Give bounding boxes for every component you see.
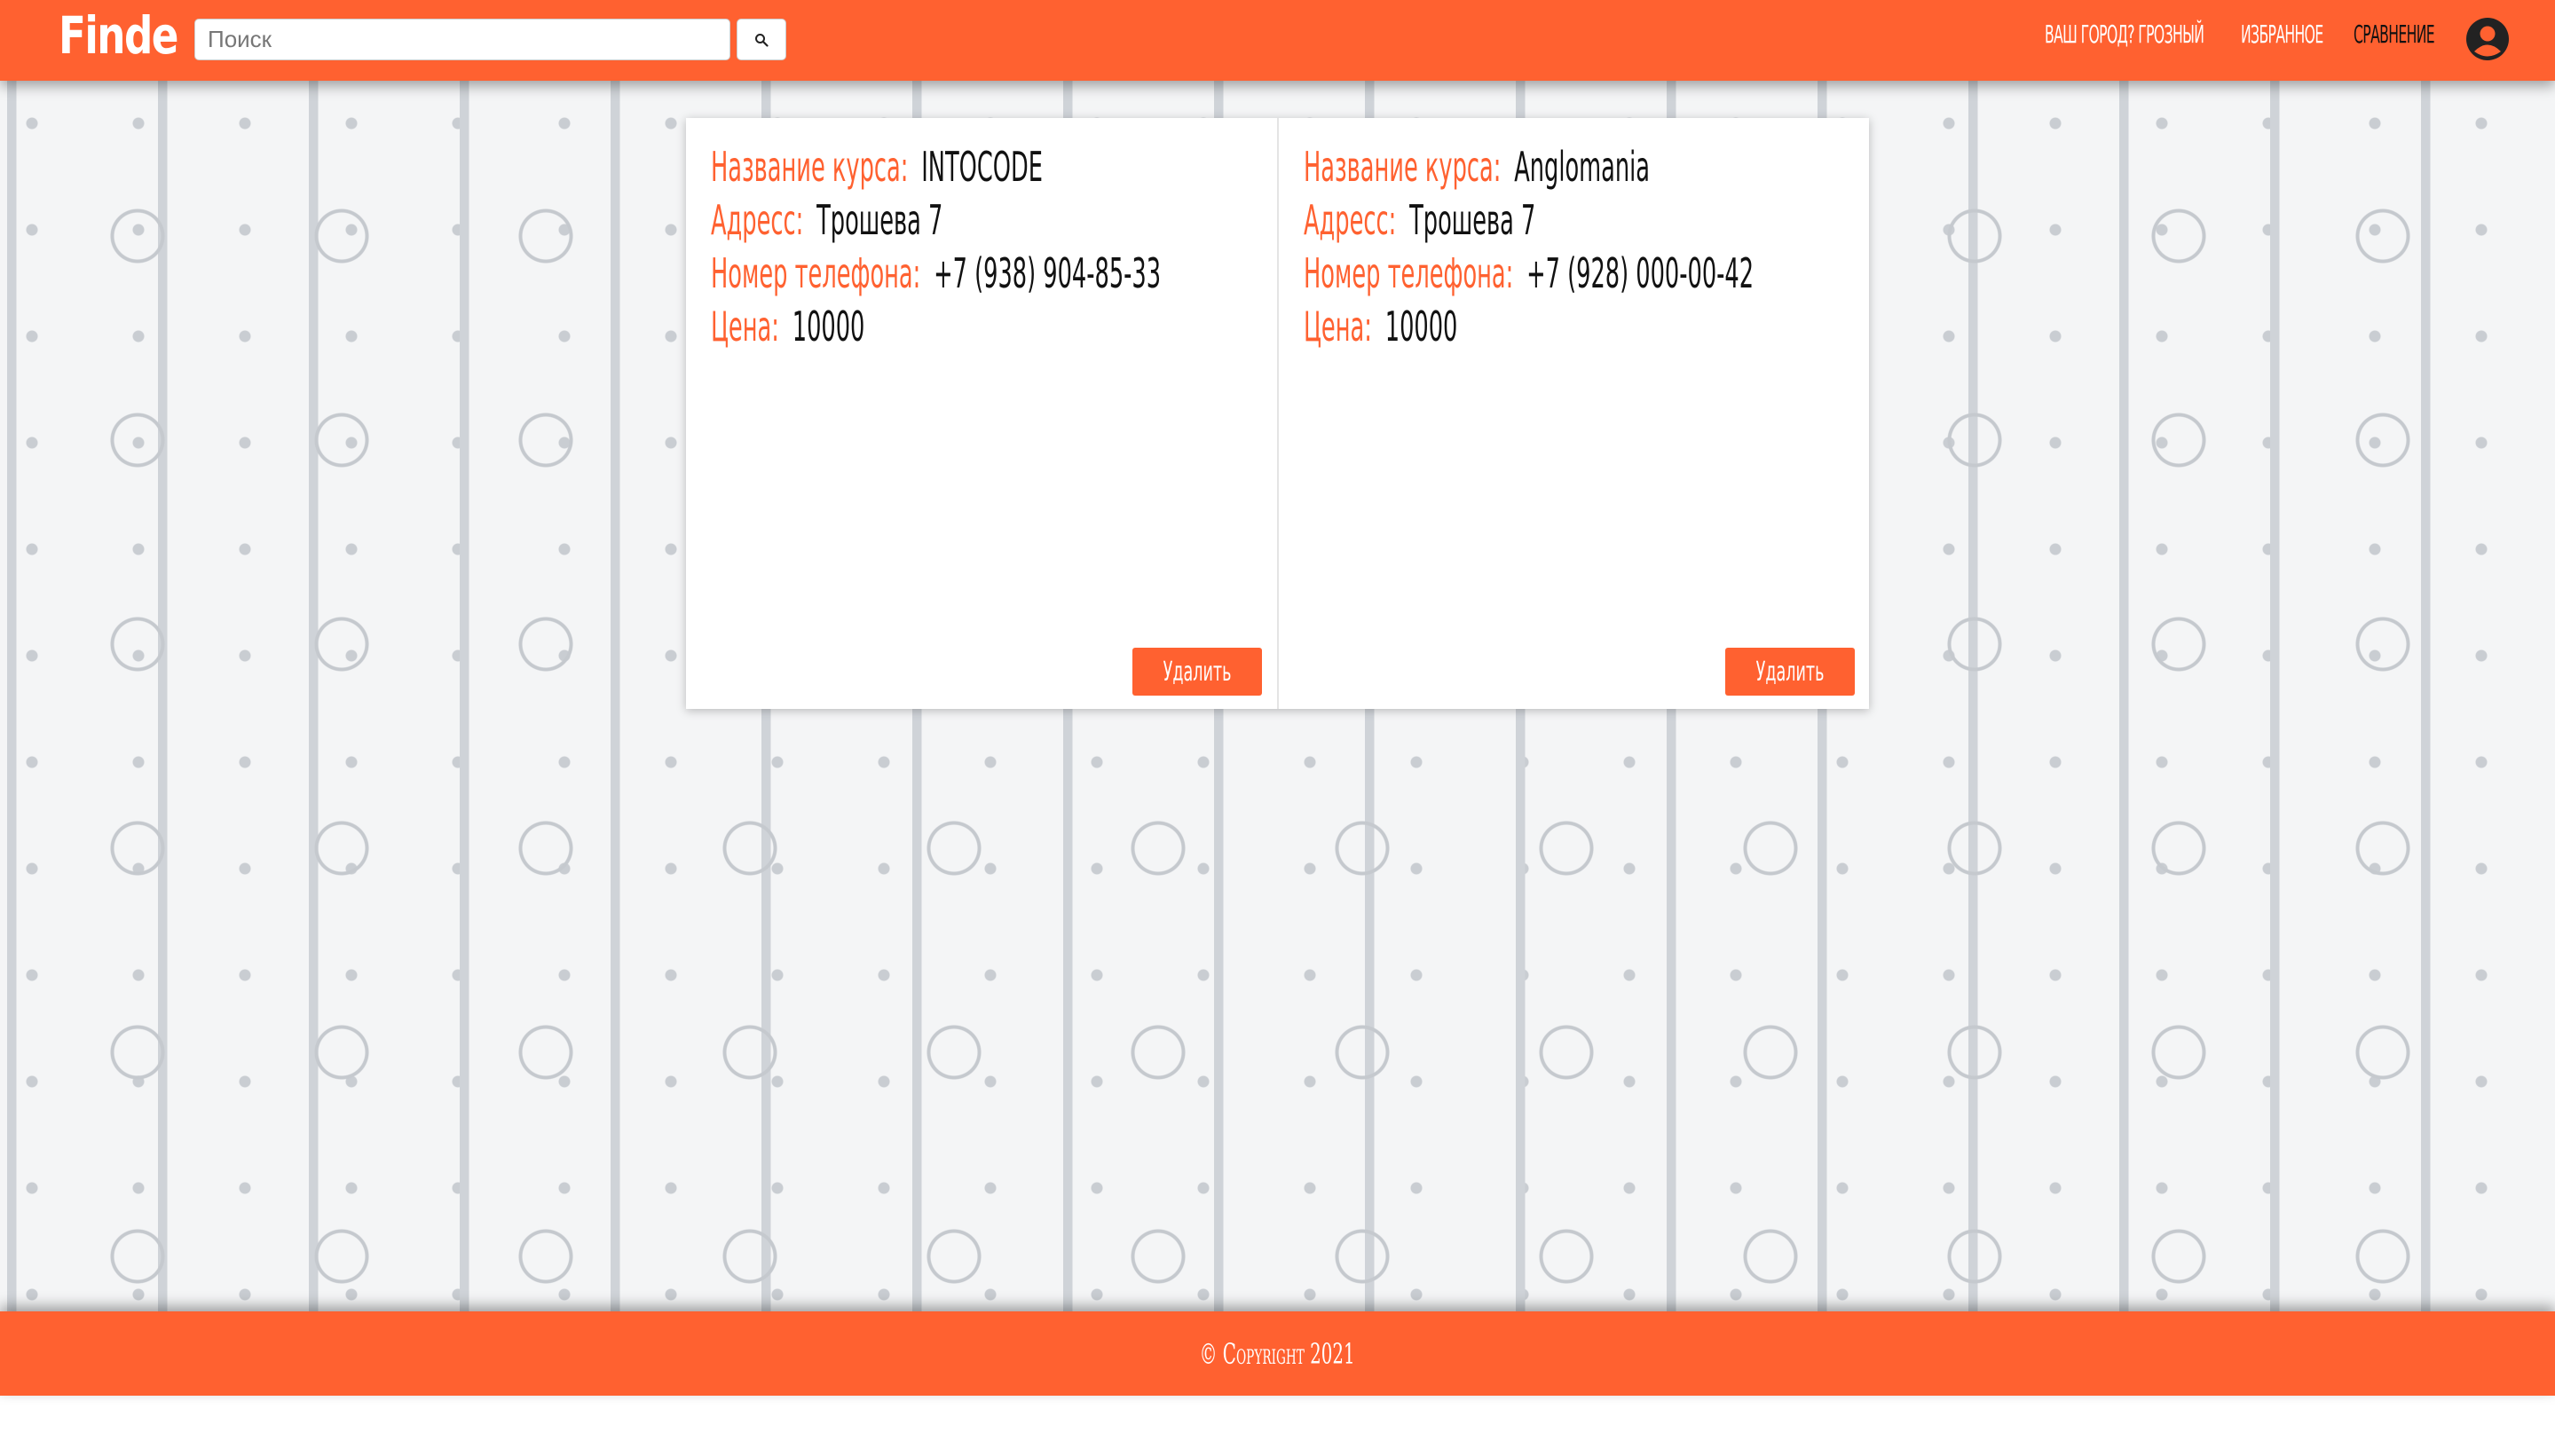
course-phone: +7 (938) 904-85-33 xyxy=(934,249,1162,297)
course-phone-label: Номер телефона: xyxy=(1304,249,1514,297)
course-address: Трошева 7 xyxy=(816,196,943,244)
course-name: Anglomania xyxy=(1514,143,1651,191)
course-address-label: Адресс: xyxy=(1304,196,1397,244)
course-phone-label: Номер телефона: xyxy=(711,249,921,297)
course-phone: +7 (928) 000-00-42 xyxy=(1526,249,1755,297)
course-price: 10000 xyxy=(1384,303,1458,350)
nav-favorites[interactable]: ИЗБРАННОЕ xyxy=(2241,20,2323,60)
nav-compare[interactable]: СРАВНЕНИЕ xyxy=(2354,20,2435,60)
course-price: 10000 xyxy=(792,303,865,350)
delete-button-label: Удалить xyxy=(1755,656,1825,688)
comparison-cards: Название курса: INTOCODE Адресс: Трошева 7… xyxy=(686,118,1869,709)
course-price-row: Цена: 10000 xyxy=(711,303,864,350)
nav-city[interactable]: ВАШ ГОРОД? ГРОЗНЫЙ xyxy=(2045,20,2204,60)
copyright-text: © Copyright 2021 xyxy=(1199,1336,1356,1371)
course-name: INTOCODE xyxy=(921,143,1043,191)
user-circle-icon[interactable] xyxy=(2465,17,2510,61)
search-input[interactable] xyxy=(194,19,730,60)
logo[interactable]: Finde xyxy=(59,5,178,66)
course-address-row: Адресс: Трошева 7 xyxy=(711,196,942,244)
course-name-row: Название курса: INTOCODE xyxy=(711,143,1043,191)
footer: © Copyright 2021 xyxy=(0,1311,2555,1396)
course-address-label: Адресс: xyxy=(711,196,804,244)
course-name-row: Название курса: Anglomania xyxy=(1304,143,1650,191)
course-price-label: Цена: xyxy=(1304,303,1372,350)
delete-button[interactable]: Удалить xyxy=(1132,648,1262,696)
course-phone-row: Номер телефона: +7 (928) 000-00-42 xyxy=(1304,249,1754,297)
delete-button[interactable]: Удалить xyxy=(1725,648,1855,696)
course-name-label: Название курса: xyxy=(711,143,909,191)
course-card: Название курса: Anglomania Адресс: Трошева… xyxy=(1277,118,1868,709)
course-price-label: Цена: xyxy=(711,303,779,350)
delete-button-label: Удалить xyxy=(1163,656,1232,688)
course-price-row: Цена: 10000 xyxy=(1304,303,1457,350)
top-header: Finde ВАШ ГОРОД? ГРОЗНЫЙ ИЗБРАННОЕ СРАВН… xyxy=(0,0,2555,81)
course-name-label: Название курса: xyxy=(1304,143,1502,191)
course-address-row: Адресс: Трошева 7 xyxy=(1304,196,1535,244)
search-icon xyxy=(755,33,769,47)
search-button[interactable] xyxy=(737,19,786,60)
course-phone-row: Номер телефона: +7 (938) 904-85-33 xyxy=(711,249,1161,297)
course-address: Трошева 7 xyxy=(1409,196,1536,244)
course-card: Название курса: INTOCODE Адресс: Трошева 7… xyxy=(686,118,1277,709)
